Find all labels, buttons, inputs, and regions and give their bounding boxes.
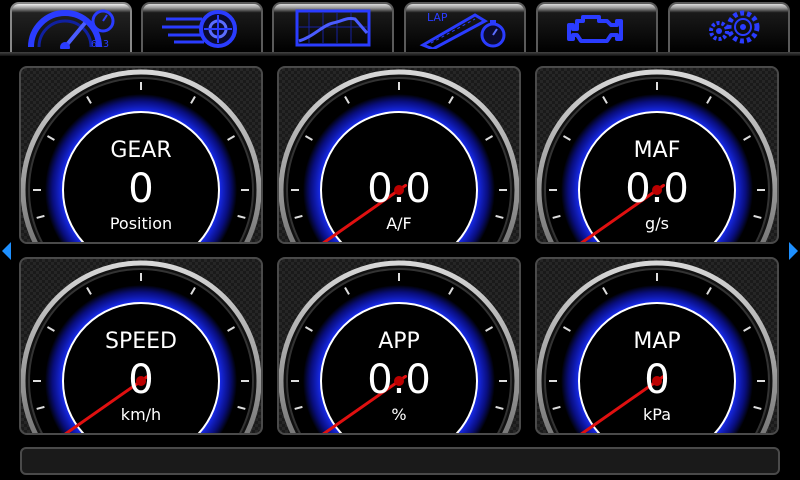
lap-track-icon: LAP — [419, 11, 506, 49]
lap-icon-text: LAP — [427, 11, 448, 24]
tab-settings[interactable] — [668, 2, 790, 52]
gauge-app[interactable]: APP 0.0 % — [277, 257, 521, 435]
gauge-unit: g/s — [645, 214, 669, 233]
gauge-value: 0.0 — [367, 166, 431, 212]
status-bar — [20, 447, 780, 475]
tab-underline — [0, 52, 800, 56]
tab-dashboard[interactable]: 613 — [10, 2, 132, 52]
gauge-value: 0 — [128, 357, 154, 403]
page-right-arrow-icon[interactable] — [789, 242, 798, 260]
tab-dyno[interactable] — [272, 2, 394, 52]
tab-diagnostics[interactable] — [536, 2, 658, 52]
gauge-af[interactable]: 0.0 A/F — [277, 66, 521, 244]
page-left-arrow-icon[interactable] — [2, 242, 11, 260]
svg-text:613: 613 — [91, 39, 109, 49]
gauge-unit: A/F — [386, 214, 412, 233]
graph-icon — [295, 9, 371, 47]
turbo-icon — [162, 10, 237, 48]
tab-bar: 613 LAP — [0, 0, 800, 58]
gauge-unit: % — [391, 405, 407, 424]
gauge-map[interactable]: MAP 0 kPa — [535, 257, 779, 435]
tab-performance[interactable] — [141, 2, 263, 52]
check-engine-icon — [567, 15, 623, 43]
speedometer-stopwatch-icon: 613 — [28, 9, 115, 49]
gears-icon — [709, 10, 760, 44]
gauge-title: SPEED — [105, 329, 177, 354]
gauge-title: GEAR — [110, 138, 172, 163]
gauge-unit: kPa — [643, 405, 671, 424]
gauge-title: APP — [378, 329, 420, 354]
gauge-speed[interactable]: SPEED 0 km/h — [19, 257, 263, 435]
gauge-unit: Position — [109, 214, 173, 233]
tab-lap-timer[interactable]: LAP — [404, 2, 526, 52]
gauge-maf[interactable]: MAF 0.0 g/s — [535, 66, 779, 244]
gauge-value: 0 — [128, 166, 154, 212]
gauge-title: MAF — [633, 138, 681, 163]
gauge-value: 0 — [644, 357, 670, 403]
gauge-title: MAP — [633, 329, 681, 354]
gauge-unit: km/h — [120, 405, 162, 424]
gauge-value: 0.0 — [625, 166, 689, 212]
gauge-value: 0.0 — [367, 357, 431, 403]
gauge-gear[interactable]: GEAR 0 Position — [19, 66, 263, 244]
